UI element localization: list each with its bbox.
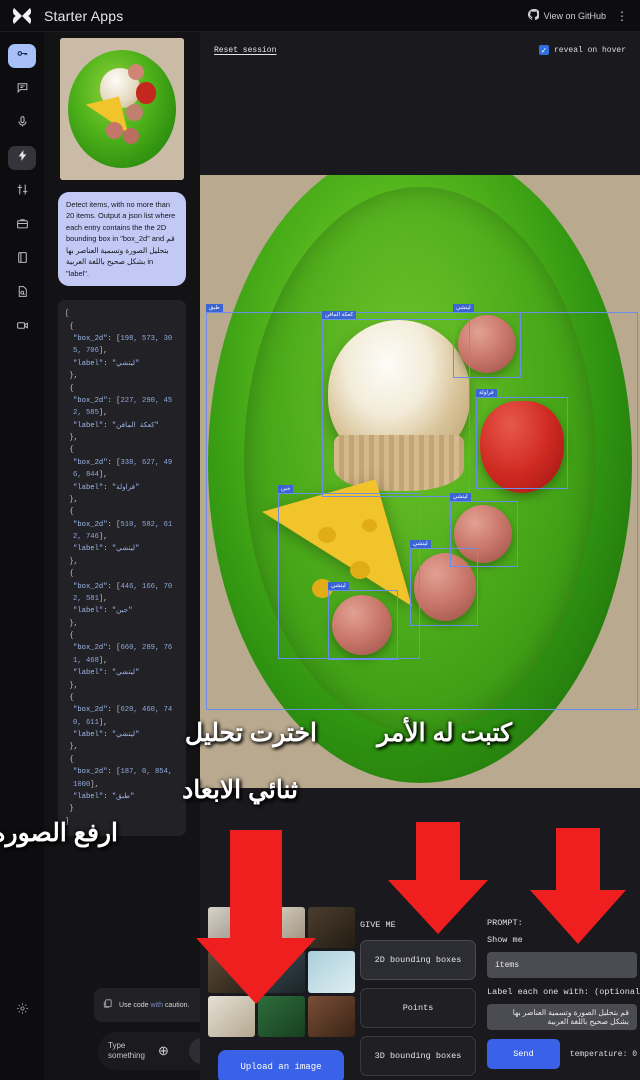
caution-text-b: with xyxy=(150,1001,163,1009)
work-header: Reset session ✓ reveal on hover xyxy=(200,32,640,68)
message-composer: Type something ⊕ ✦ Run xyxy=(98,1032,200,1070)
detection-entry: {"box_2d": [620, 460, 740, 611], "label":… xyxy=(65,693,173,752)
message-input-placeholder[interactable]: Type something xyxy=(108,1041,154,1061)
kebab-menu-icon[interactable]: ⋮ xyxy=(610,10,634,22)
app-title: Starter Apps xyxy=(44,7,124,24)
sidebar-item-book[interactable] xyxy=(8,248,36,272)
option-points[interactable]: Points xyxy=(360,988,476,1028)
bounding-box-label: طبق xyxy=(206,304,223,312)
conversation-panel: Detect items, with no more than 20 items… xyxy=(44,32,200,1080)
sidebar-item-chat[interactable] xyxy=(8,78,36,102)
bounding-box-label: ليتشي xyxy=(410,540,431,548)
bounding-box-label: ليتشي xyxy=(328,582,349,590)
option-3d-bounding-boxes[interactable]: 3D bounding boxes xyxy=(360,1036,476,1076)
key-icon xyxy=(16,47,29,65)
video-icon xyxy=(16,319,29,337)
detection-entry: {"box_2d": [198, 573, 305, 706], "label":… xyxy=(65,322,173,381)
label-each-one-input[interactable]: قم بتحليل الصورة وتسمية العناصر بها بشكل… xyxy=(487,1004,637,1030)
detection-entry: {"box_2d": [338, 627, 496, 844], "label":… xyxy=(65,446,173,504)
briefcase-icon xyxy=(16,217,29,235)
bounding-box[interactable]: فراولة xyxy=(476,389,568,489)
github-icon xyxy=(527,8,540,22)
sidebar-item-work[interactable] xyxy=(8,214,36,238)
bounding-box[interactable]: ليتشي xyxy=(410,540,478,626)
sidebar-item-microphone[interactable] xyxy=(8,112,36,136)
plus-circle-icon[interactable]: ⊕ xyxy=(158,1043,169,1059)
bounding-box[interactable]: ليتشي xyxy=(453,304,521,378)
bounding-box-label: ليتشي xyxy=(450,493,471,501)
arrow-to-2d-option xyxy=(388,822,488,934)
sidebar-item-key[interactable] xyxy=(8,44,36,68)
sidebar-item-doc-search[interactable] xyxy=(8,282,36,306)
option-2d-bounding-boxes[interactable]: 2D bounding boxes xyxy=(360,940,476,980)
show-me-input[interactable]: items xyxy=(487,952,637,978)
checkmark-icon[interactable]: ✓ xyxy=(538,45,549,55)
detection-entry: {"box_2d": [510, 582, 612, 746], "label":… xyxy=(65,508,173,566)
caution-text-a: Use code xyxy=(119,1001,149,1009)
sliders-icon xyxy=(16,183,29,201)
arrow-to-upload-button xyxy=(196,830,316,1010)
top-bar-actions: View on GitHub ⋮ xyxy=(527,8,640,22)
lightning-bolt-icon xyxy=(16,149,29,167)
view-on-github-link[interactable]: View on GitHub xyxy=(527,8,606,22)
gear-icon[interactable] xyxy=(8,996,36,1020)
upload-an-image-button[interactable]: Upload an image xyxy=(218,1050,344,1080)
reveal-on-hover-label: reveal on hover xyxy=(553,45,626,55)
chat-bubble-icon xyxy=(16,81,29,99)
prompt-bubble: Detect items, with no more than 20 items… xyxy=(58,192,186,287)
annotation-2d-second-line: ثنائي الابعاد xyxy=(182,776,298,804)
top-bar: Starter Apps View on GitHub ⋮ xyxy=(0,0,640,32)
sidebar-item-tuning[interactable] xyxy=(8,180,36,204)
document-search-icon xyxy=(16,285,29,303)
reset-session-link[interactable]: Reset session xyxy=(214,46,276,55)
bounding-box-label: كعكة المافن xyxy=(322,311,357,319)
sidebar-rail xyxy=(0,32,44,1080)
bounding-box-label: فراولة xyxy=(476,389,497,397)
caution-text-c: caution. xyxy=(164,1001,190,1009)
send-row: Send temperature: 0 xyxy=(487,1039,637,1069)
detections-code-block: [ {"box_2d": [198, 573, 305, 706], "label… xyxy=(58,300,186,837)
bounding-box-label: جبن xyxy=(278,485,294,493)
butterfly-logo-icon xyxy=(0,7,44,25)
copy-icon[interactable] xyxy=(102,998,113,1012)
send-button[interactable]: Send xyxy=(487,1039,560,1069)
label-each-one-label: Label each one with: (optional) xyxy=(487,987,640,997)
detection-entry: {"box_2d": [187, 0, 854, 1000], "label": … xyxy=(65,755,173,814)
annotation-command-written: كتبت له الأمر xyxy=(377,719,512,747)
sidebar-item-video[interactable] xyxy=(8,316,36,340)
annotation-chose-2d: اخترت تحليل xyxy=(184,719,317,747)
book-icon xyxy=(16,251,29,269)
microphone-icon xyxy=(16,115,29,133)
view-on-github-label: View on GitHub xyxy=(543,10,606,21)
sidebar-item-spatial[interactable] xyxy=(8,146,36,170)
temperature-label: temperature: 0 xyxy=(569,1049,637,1059)
run-button[interactable]: ✦ Run xyxy=(189,1038,200,1064)
detection-entry: {"box_2d": [660, 289, 761, 468], "label":… xyxy=(65,632,173,690)
bounding-box[interactable]: كعكة المافن xyxy=(322,311,470,497)
bounding-box-label: ليتشي xyxy=(453,304,474,312)
caution-text: Use code with caution. xyxy=(119,1002,189,1009)
detection-entry: {"box_2d": [446, 166, 702, 581], "label":… xyxy=(65,570,173,628)
arrow-to-prompt-input xyxy=(530,828,626,946)
reveal-on-hover-toggle[interactable]: ✓ reveal on hover xyxy=(538,45,626,55)
detection-entry: {"box_2d": [227, 290, 452, 585], "label":… xyxy=(65,384,173,443)
app-root: Starter Apps View on GitHub ⋮ Detect ite… xyxy=(0,0,640,1080)
attached-image-thumbnail[interactable] xyxy=(60,38,184,180)
bounding-box[interactable]: ليتشي xyxy=(328,582,398,660)
code-caution-bar: Use code with caution. Json xyxy=(94,988,200,1022)
annotated-image[interactable]: طبق كعكة المافن ليتشي فراولة جبن ليتشي ليتشي لي… xyxy=(200,175,640,788)
annotation-upload-image: ارفع الصوره xyxy=(0,819,118,847)
